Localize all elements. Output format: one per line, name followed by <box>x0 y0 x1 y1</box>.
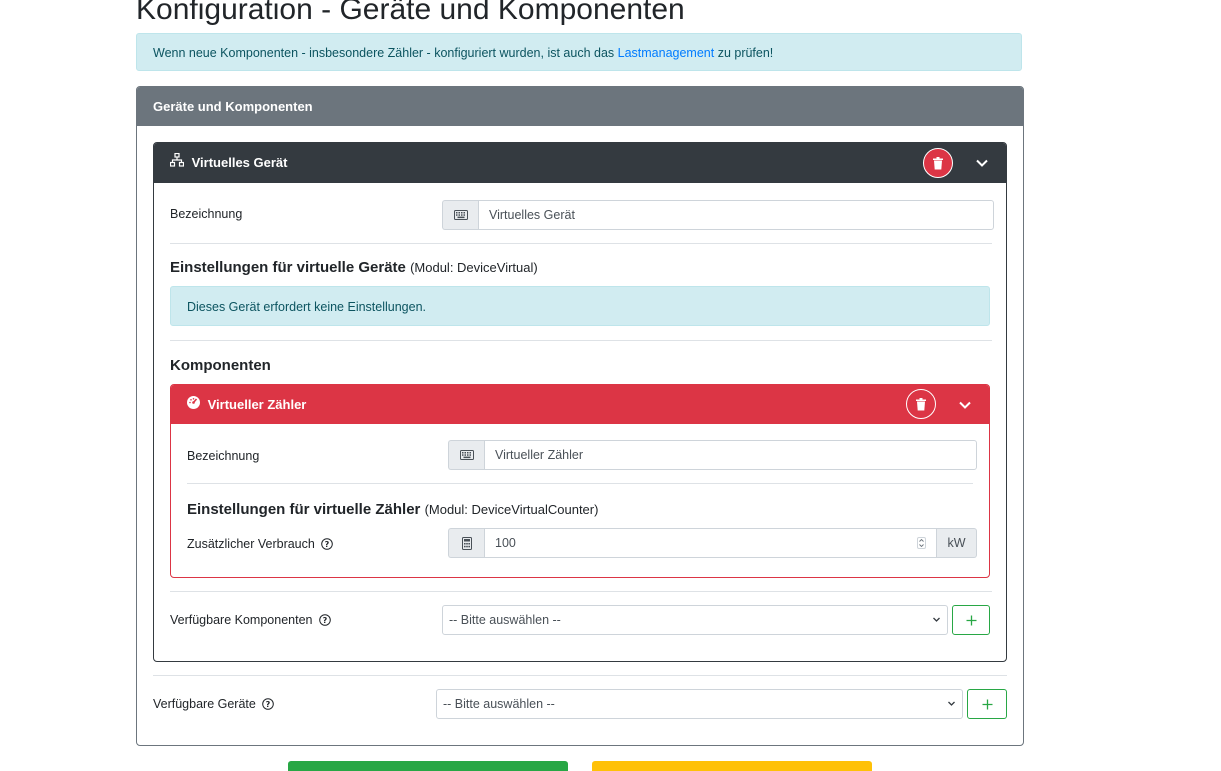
lastmanagement-alert: Wenn neue Komponenten - insbesondere Zäh… <box>136 33 1022 71</box>
chevron-down-icon[interactable] <box>957 397 973 413</box>
divider <box>170 243 992 244</box>
svg-text:?: ? <box>266 700 271 709</box>
lastmanagement-link[interactable]: Lastmanagement <box>618 46 715 60</box>
add-component-button[interactable] <box>952 605 990 635</box>
chevron-down-icon <box>933 617 940 622</box>
help-icon[interactable]: ? <box>319 613 331 626</box>
chevron-down-icon[interactable] <box>974 155 990 171</box>
spinner-icon[interactable] <box>917 537 926 549</box>
devices-components-card: Geräte und Komponenten Virtuelles Gerät <box>136 86 1024 746</box>
available-components-select[interactable]: -- Bitte auswählen -- <box>442 605 948 635</box>
available-components-text: Verfügbare Komponenten <box>170 613 313 627</box>
trash-icon <box>933 156 943 169</box>
available-devices-text: Verfügbare Geräte <box>153 697 256 711</box>
device-card: Virtuelles Gerät Bezeichnung Virtuelles … <box>153 142 1007 662</box>
extra-consumption-group: 100 kW <box>448 528 977 558</box>
component-settings-title: Einstellungen für virtuelle Zähler (Modu… <box>187 501 598 518</box>
divider <box>153 675 1007 676</box>
divider <box>170 591 992 592</box>
svg-text:?: ? <box>325 540 330 549</box>
component-settings-heading: Einstellungen für virtuelle Zähler <box>187 501 421 518</box>
component-name-group: Virtueller Zähler <box>448 440 977 470</box>
extra-consumption-input[interactable]: 100 <box>484 528 937 558</box>
network-icon <box>169 143 185 183</box>
devices-components-header: Geräte und Komponenten <box>137 87 1023 126</box>
device-name-label: Bezeichnung <box>170 207 243 221</box>
alert-text: Wenn neue Komponenten - insbesondere Zäh… <box>153 46 618 60</box>
save-button[interactable] <box>288 761 568 771</box>
gauge-icon <box>187 385 200 424</box>
device-title: Virtuelles Gerät <box>191 155 288 170</box>
available-components-value: -- Bitte auswählen -- <box>449 613 561 627</box>
extra-consumption-text: Zusätzlicher Verbrauch <box>187 537 315 551</box>
delete-component-button[interactable] <box>906 389 936 419</box>
component-name-input[interactable]: Virtueller Zähler <box>484 440 977 470</box>
extra-consumption-label: Zusätzlicher Verbrauch ? <box>187 537 334 551</box>
add-device-button[interactable] <box>967 689 1007 719</box>
divider <box>170 340 992 341</box>
device-settings-module: (Modul: DeviceVirtual) <box>410 260 538 275</box>
help-icon[interactable]: ? <box>321 537 334 550</box>
svg-text:?: ? <box>323 616 328 625</box>
page-title: Konfiguration - Geräte und Komponenten <box>136 0 685 26</box>
trash-icon <box>916 397 926 410</box>
extra-consumption-value: 100 <box>495 536 516 550</box>
available-devices-label: Verfügbare Geräte ? <box>153 697 275 711</box>
extra-consumption-unit: kW <box>937 528 977 558</box>
delete-device-button[interactable] <box>923 148 953 178</box>
available-devices-select[interactable]: -- Bitte auswählen -- <box>436 689 963 719</box>
keyboard-icon <box>448 440 484 470</box>
device-settings-info: Dieses Gerät erfordert keine Einstellung… <box>170 286 990 326</box>
help-icon[interactable]: ? <box>262 697 275 710</box>
device-settings-title: Einstellungen für virtuelle Geräte (Modu… <box>170 259 538 276</box>
components-title: Komponenten <box>170 357 271 374</box>
component-settings-module: (Modul: DeviceVirtualCounter) <box>424 502 599 517</box>
available-devices-value: -- Bitte auswählen -- <box>443 697 555 711</box>
calculator-icon <box>448 528 484 558</box>
available-components-label: Verfügbare Komponenten ? <box>170 613 331 627</box>
chevron-down-icon <box>948 701 955 706</box>
reset-button[interactable] <box>592 761 872 771</box>
device-settings-heading: Einstellungen für virtuelle Geräte <box>170 259 406 276</box>
divider <box>187 483 973 484</box>
device-name-input[interactable]: Virtuelles Gerät <box>478 200 994 230</box>
device-name-group: Virtuelles Gerät <box>442 200 994 230</box>
component-header[interactable]: Virtueller Zähler <box>171 385 989 424</box>
plus-icon <box>982 699 992 709</box>
alert-text-end: zu prüfen! <box>714 46 774 60</box>
plus-icon <box>966 615 976 625</box>
keyboard-icon <box>442 200 478 230</box>
device-header[interactable]: Virtuelles Gerät <box>154 143 1006 183</box>
component-card: Virtueller Zähler Bezeichnung Virtueller… <box>170 384 990 578</box>
component-title: Virtueller Zähler <box>207 397 307 412</box>
component-name-label: Bezeichnung <box>187 449 260 463</box>
